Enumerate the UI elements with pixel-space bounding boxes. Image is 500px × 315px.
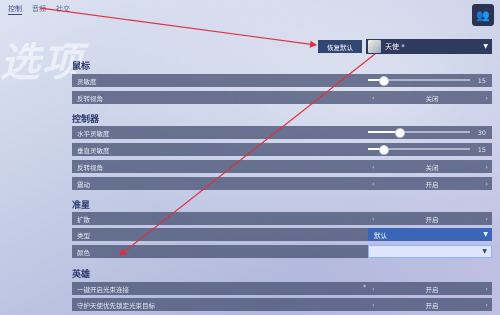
v-sens-slider[interactable] — [368, 145, 470, 155]
slider-value: 15 — [477, 76, 486, 85]
controller-v-sens-row[interactable]: 垂直灵敏度 15 — [72, 143, 492, 156]
hero-portrait-icon — [368, 40, 381, 53]
hero-beam-toggle-row[interactable]: 一键开启光束连接 ‹ 开启 › — [72, 282, 492, 295]
section-controller-title: 控制器 — [72, 115, 100, 125]
row-label: 类型 — [77, 231, 90, 240]
row-label: 震动 — [77, 180, 90, 189]
arrow-right-icon[interactable]: › — [485, 215, 488, 223]
section-mouse-title: 鼠标 — [72, 62, 91, 72]
arrow-right-icon[interactable]: › — [485, 94, 488, 102]
row-label: 反转视角 — [77, 94, 103, 103]
arrow-right-icon[interactable]: › — [485, 301, 488, 309]
controller-h-sens-row[interactable]: 水平灵敏度 30 — [72, 126, 492, 139]
mouse-invert-row[interactable]: 反转视角 ‹ 关闭 › — [72, 91, 492, 104]
row-label: 垂直灵敏度 — [77, 146, 110, 155]
dropdown-value: 默认 — [374, 231, 387, 240]
slider-value: 30 — [477, 128, 486, 137]
asterisk-marker: * — [363, 284, 366, 291]
row-label: 反转视角 — [77, 163, 103, 172]
controller-invert-row[interactable]: 反转视角 ‹ 关闭 › — [72, 160, 492, 173]
option-value: 关闭 — [425, 163, 439, 172]
controller-vibration-row[interactable]: 震动 ‹ 开启 › — [72, 177, 492, 190]
chevron-down-icon: ▼ — [483, 43, 488, 50]
option-value: 开启 — [425, 285, 439, 294]
section-crosshair-title: 准星 — [72, 201, 91, 211]
section-hero-title: 英雄 — [72, 270, 91, 280]
hero-beam-priority-row[interactable]: 守护天使优先锁定光束目标 ‹ 开启 › — [72, 298, 492, 311]
hero-selector[interactable]: 天使 * ▼ — [366, 39, 492, 54]
arrow-right-icon[interactable]: › — [485, 285, 488, 293]
reset-defaults-button[interactable]: 恢复默认 — [318, 40, 362, 53]
arrow-right-icon[interactable]: › — [485, 180, 488, 188]
mouse-sensitivity-slider[interactable] — [368, 76, 470, 86]
row-label: 一键开启光束连接 — [77, 285, 129, 294]
option-value: 关闭 — [425, 94, 439, 103]
tab-audio[interactable]: 音频 — [32, 4, 46, 15]
option-value: 开启 — [425, 301, 439, 310]
mouse-sensitivity-row[interactable]: 灵敏度 15 — [72, 74, 492, 87]
chevron-down-icon: ▼ — [482, 248, 487, 255]
crosshair-enable-row[interactable]: 扩散 ‹ 开启 › — [72, 212, 492, 225]
crosshair-type-dropdown[interactable]: 默认 ▼ — [368, 228, 492, 241]
chevron-down-icon: ▼ — [483, 231, 488, 238]
top-navigation: 控制 音频 社交 — [8, 4, 70, 15]
group-icon[interactable]: 👥 — [472, 4, 494, 26]
slider-knob[interactable] — [379, 145, 390, 155]
tab-social[interactable]: 社交 — [56, 4, 70, 15]
slider-value: 15 — [477, 145, 486, 154]
row-label: 水平灵敏度 — [77, 129, 110, 138]
arrow-right-icon[interactable]: › — [485, 163, 488, 171]
row-label: 守护天使优先锁定光束目标 — [77, 301, 155, 310]
row-label: 灵敏度 — [77, 77, 97, 86]
h-sens-slider[interactable] — [368, 128, 470, 138]
row-label: 扩散 — [77, 215, 90, 224]
row-label: 颜色 — [77, 248, 90, 257]
crosshair-color-picker[interactable]: ▼ — [368, 245, 492, 258]
slider-knob[interactable] — [394, 128, 405, 138]
hero-name: 天使 — [385, 42, 399, 51]
slider-knob[interactable] — [379, 76, 390, 86]
option-value: 开启 — [425, 215, 439, 224]
option-value: 开启 — [425, 180, 439, 189]
asterisk-marker: * — [399, 42, 405, 51]
tab-controls[interactable]: 控制 — [8, 4, 22, 15]
